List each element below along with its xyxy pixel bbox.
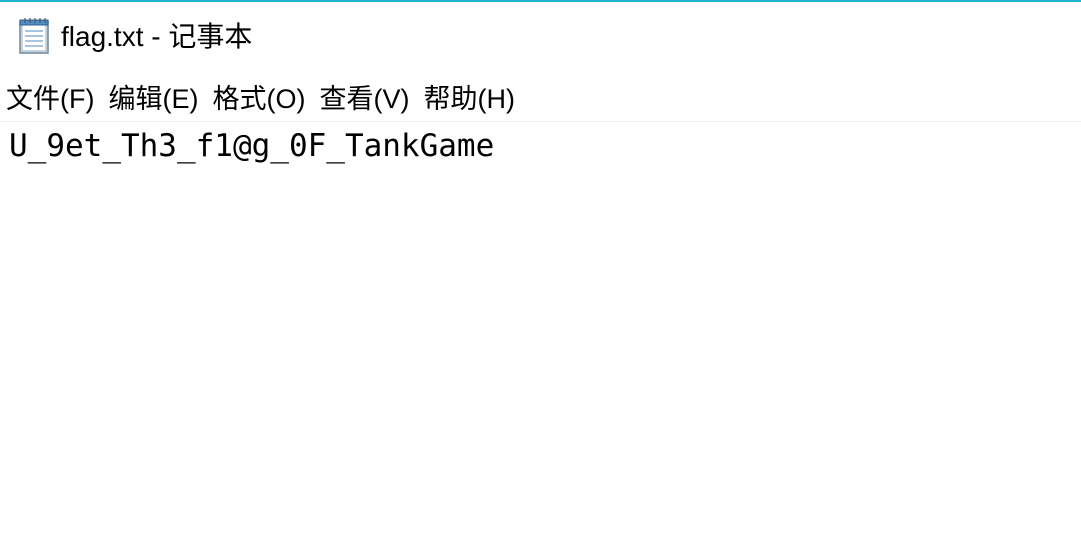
- menu-help[interactable]: 帮助(H): [423, 81, 514, 117]
- menu-file[interactable]: 文件(F): [6, 81, 94, 117]
- title-bar[interactable]: flag.txt - 记事本: [0, 2, 1081, 72]
- menu-view[interactable]: 查看(V): [319, 81, 409, 117]
- notepad-icon: [19, 18, 49, 54]
- menu-edit[interactable]: 编辑(E): [108, 81, 198, 117]
- notepad-window: flag.txt - 记事本 文件(F) 编辑(E) 格式(O) 查看(V) 帮…: [0, 0, 1081, 537]
- window-title: flag.txt - 记事本: [61, 21, 253, 52]
- menu-bar: 文件(F) 编辑(E) 格式(O) 查看(V) 帮助(H): [0, 78, 1081, 120]
- text-editor-area[interactable]: U_9et_Th3_f1@g_0F_TankGame: [0, 122, 1081, 537]
- menu-format[interactable]: 格式(O): [212, 81, 305, 117]
